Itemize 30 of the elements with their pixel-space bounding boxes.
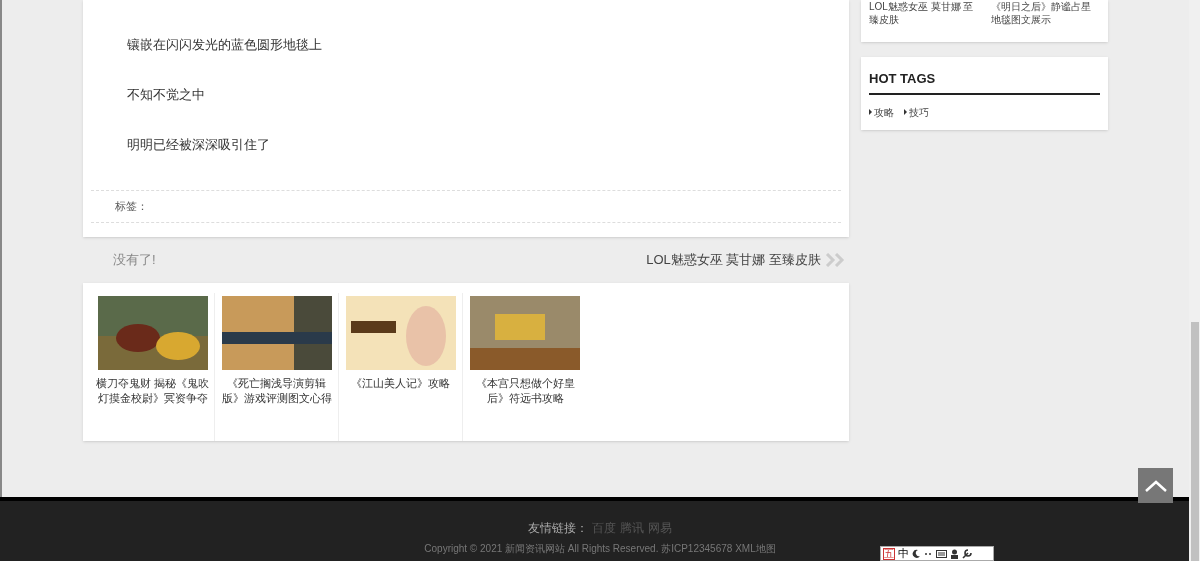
wrench-icon[interactable] bbox=[962, 548, 972, 559]
related-post-link[interactable]: 横刀夺鬼财 揭秘《鬼吹灯摸金校尉》冥资争夺 bbox=[94, 376, 211, 406]
keyboard-icon[interactable] bbox=[936, 549, 947, 558]
related-post-link[interactable]: 《江山美人记》攻略 bbox=[342, 376, 459, 391]
triangle-icon bbox=[869, 109, 872, 115]
widget-title: HOT TAGS bbox=[869, 69, 1100, 95]
recent-post-link[interactable]: LOL魅惑女巫 莫甘娜 至臻皮肤 bbox=[869, 0, 979, 42]
photo-placeholder[interactable] bbox=[221, 296, 332, 370]
tag-link[interactable]: 攻略 bbox=[869, 104, 894, 120]
input-mode-button[interactable]: 五 bbox=[883, 547, 895, 560]
paragraph: 明明已经被深深吸引住了 bbox=[127, 138, 271, 152]
next-post-link[interactable]: LOL魅惑女巫 莫甘娜 至臻皮肤 bbox=[646, 250, 821, 270]
language-button[interactable]: 中 bbox=[898, 548, 909, 559]
copyright-text: Copyright © 2021 新闻资讯网站 All Rights Reserved. 苏ICP12345678 XML地图 bbox=[424, 542, 776, 556]
related-post-link[interactable]: 《本宫只想做个好皇后》符远书攻略 bbox=[467, 376, 583, 406]
moon-icon[interactable] bbox=[912, 549, 921, 558]
recent-post-link[interactable]: 《明日之后》静谧占星地毯图文展示 bbox=[990, 0, 1100, 42]
related-post-link[interactable]: 《死亡搁浅导演剪辑版》游戏评测图文心得 bbox=[218, 376, 335, 406]
double-chevron-icon bbox=[825, 253, 847, 267]
paragraph: 不知不觉之中 bbox=[127, 88, 206, 102]
chevron-up-icon bbox=[1144, 479, 1167, 492]
triangle-icon bbox=[904, 109, 907, 115]
back-to-top-button[interactable] bbox=[1138, 468, 1173, 503]
photo-placeholder[interactable] bbox=[345, 296, 456, 370]
tags-label: 标签： bbox=[115, 199, 148, 215]
tag-link[interactable]: 技巧 bbox=[904, 104, 929, 120]
paragraph: 镶嵌在闪闪发光的蓝色圆形地毯上 bbox=[127, 38, 323, 52]
person-icon[interactable] bbox=[950, 548, 959, 559]
friend-links-label: 友情链接： bbox=[528, 520, 588, 537]
photo-placeholder[interactable] bbox=[97, 296, 208, 370]
